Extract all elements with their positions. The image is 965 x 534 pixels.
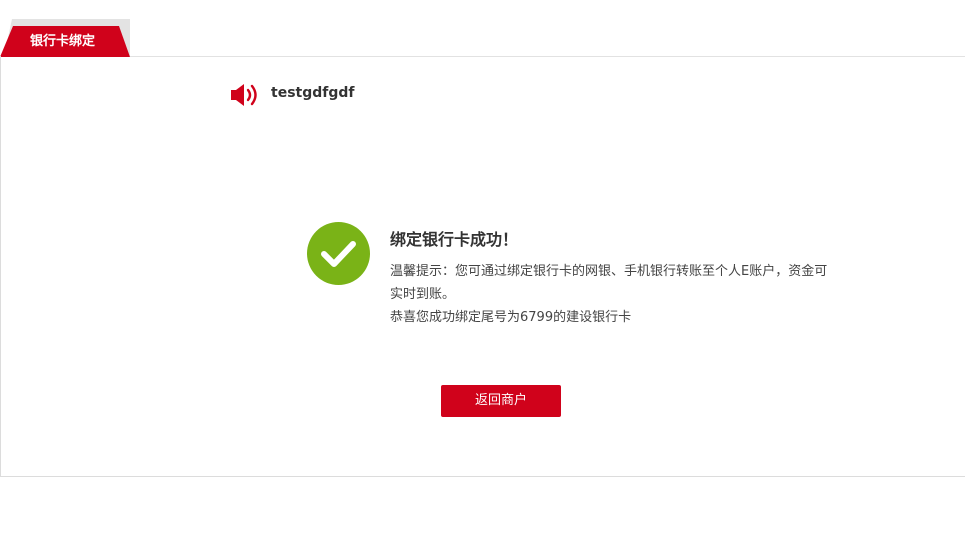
merchant-row: testgdfgdf: [229, 80, 354, 110]
success-title: 绑定银行卡成功！: [390, 230, 519, 249]
back-to-merchant-button[interactable]: 返回商户: [441, 385, 561, 417]
tab-bank-card-binding[interactable]: 银行卡绑定: [0, 26, 130, 57]
binding-detail-text: 恭喜您成功绑定尾号为6799的建设银行卡: [390, 310, 632, 325]
check-circle-icon: [307, 222, 370, 285]
success-description: 温馨提示：您可通过绑定银行卡的网银、手机银行转账至个人E账户，资金可实时到账。 …: [390, 260, 840, 329]
speaker-icon: [229, 80, 263, 110]
merchant-name: testgdfgdf: [271, 85, 355, 101]
bank-card-binding-page: 银行卡绑定 testgdfgdf 绑定银行卡成功！ 温馨提示：您可通过绑定银行卡…: [0, 0, 965, 534]
warm-tip-text: 温馨提示：您可通过绑定银行卡的网银、手机银行转账至个人E账户，资金可实时到账。: [390, 264, 828, 302]
